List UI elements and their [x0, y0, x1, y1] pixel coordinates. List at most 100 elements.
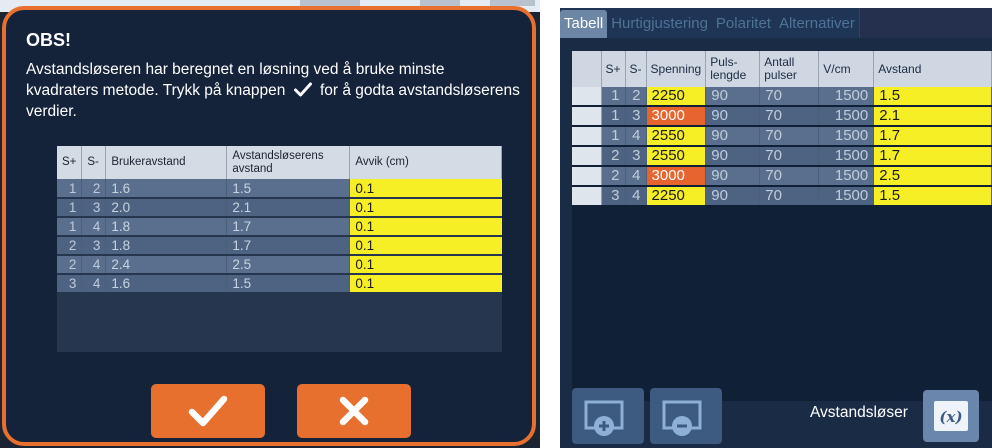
cell-vcm[interactable]: 1500: [818, 146, 875, 167]
table-row[interactable]: 2 4 3000 90 70 1500 2.5: [572, 166, 992, 187]
table-row: 1 2 1.6 1.5 0.1: [57, 179, 502, 199]
x-icon: [339, 396, 369, 426]
header-splus: S+: [57, 146, 83, 179]
header-sminus: S-: [81, 146, 107, 179]
cell-solver-distance: 2.5: [226, 255, 351, 275]
cell-pulse-count[interactable]: 70: [759, 106, 820, 127]
cell-solver-distance: 1.5: [226, 274, 351, 294]
cell-deviation: 0.1: [349, 236, 502, 256]
cell-distance[interactable]: 1.5: [873, 186, 992, 207]
cell-user-distance: 2.4: [105, 255, 228, 275]
header-voltage: Spenning: [646, 51, 707, 87]
add-pair-icon: [584, 400, 624, 436]
cell-solver-distance: 1.5: [226, 179, 351, 199]
cell-pulse-count[interactable]: 70: [759, 146, 820, 167]
app-screen: Tabell Hurtigjustering Polaritet Alterna…: [560, 8, 992, 448]
cell-sminus: 3: [81, 198, 107, 218]
cell-sminus: 2: [625, 87, 647, 107]
cell-vcm[interactable]: 1500: [818, 186, 875, 207]
header-vcm: V/cm: [818, 51, 875, 87]
cell-pulse-count[interactable]: 70: [759, 186, 820, 207]
screenshot-divider: [540, 0, 560, 448]
table-row: 3 4 1.6 1.5 0.1: [57, 274, 502, 294]
tab-alternativer[interactable]: Alternativer: [775, 12, 859, 38]
cell-pulse-count[interactable]: 70: [759, 166, 820, 187]
header-pulse-count: Antall pulser: [759, 51, 820, 87]
remove-pair-button[interactable]: [650, 388, 722, 444]
cell-splus: 2: [601, 166, 626, 187]
cell-user-distance: 2.0: [105, 198, 228, 218]
row-selector[interactable]: [572, 146, 602, 167]
table-row[interactable]: 2 3 2550 90 70 1500 1.7: [572, 146, 992, 167]
table-row[interactable]: 3 4 2250 90 70 1500 1.5: [572, 186, 992, 207]
cell-vcm[interactable]: 1500: [818, 106, 875, 127]
table-row: 2 4 2.4 2.5 0.1: [57, 255, 502, 275]
cell-voltage[interactable]: 2250: [646, 186, 707, 207]
cell-pulse-length[interactable]: 90: [705, 146, 761, 167]
cell-splus: 3: [57, 274, 83, 294]
tab-polaritet[interactable]: Polaritet: [712, 12, 775, 38]
header-solver-distance: Avstandsløserens avstand: [226, 146, 351, 179]
svg-text:(x): (x): [939, 408, 962, 426]
tab-hurtigjustering[interactable]: Hurtigjustering: [607, 12, 712, 38]
add-pair-button[interactable]: [572, 388, 644, 444]
cell-sminus: 4: [81, 255, 107, 275]
pulse-parameter-table: S+ S- Spenning Puls-lengde Antall pulser…: [572, 51, 992, 401]
table-row[interactable]: 1 4 2550 90 70 1500 1.7: [572, 126, 992, 147]
cell-vcm[interactable]: 1500: [818, 87, 875, 107]
cell-distance[interactable]: 1.7: [873, 146, 992, 167]
row-selector[interactable]: [572, 166, 602, 187]
distance-solver-button[interactable]: (x): [923, 390, 979, 442]
header-distance: Avstand: [873, 51, 992, 87]
header-sminus: S-: [625, 51, 647, 87]
cell-pulse-count[interactable]: 70: [759, 126, 820, 147]
tab-tabell[interactable]: Tabell: [560, 10, 608, 38]
cell-distance[interactable]: 2.5: [873, 166, 992, 187]
header-user-distance: Brukeravstand: [105, 146, 228, 179]
cell-voltage[interactable]: 3000: [646, 106, 707, 127]
distance-solver-label: Avstandsløser: [810, 404, 908, 421]
cell-voltage[interactable]: 2550: [646, 126, 707, 147]
cell-splus: 1: [601, 126, 626, 147]
cell-pulse-length[interactable]: 90: [705, 166, 761, 187]
cell-vcm[interactable]: 1500: [818, 166, 875, 187]
cancel-button[interactable]: [297, 384, 411, 438]
cell-distance[interactable]: 1.7: [873, 126, 992, 147]
cell-sminus: 4: [625, 186, 647, 207]
cell-deviation: 0.1: [349, 217, 502, 237]
solver-result-dialog: OBS! Avstandsløseren har beregnet en løs…: [2, 6, 536, 446]
checkmark-icon: [188, 395, 228, 427]
checkmark-icon: [293, 82, 312, 97]
row-selector[interactable]: [572, 186, 602, 207]
cell-splus: 2: [601, 146, 626, 167]
row-selector[interactable]: [572, 126, 602, 147]
table-header-row: S+ S- Spenning Puls-lengde Antall pulser…: [572, 51, 992, 87]
cell-splus: 1: [57, 179, 83, 199]
cell-pulse-count[interactable]: 70: [759, 87, 820, 107]
cell-splus: 2: [57, 255, 83, 275]
row-selector[interactable]: [572, 87, 602, 107]
cell-splus: 2: [57, 236, 83, 256]
row-selector[interactable]: [572, 106, 602, 127]
cell-pulse-length[interactable]: 90: [705, 186, 761, 207]
table-row[interactable]: 1 3 3000 90 70 1500 2.1: [572, 106, 992, 127]
cell-voltage[interactable]: 2250: [646, 87, 707, 107]
cell-vcm[interactable]: 1500: [818, 126, 875, 147]
cell-deviation: 0.1: [349, 198, 502, 218]
cell-pulse-length[interactable]: 90: [705, 87, 761, 107]
tab-bar: Tabell Hurtigjustering Polaritet Alterna…: [560, 8, 992, 38]
cell-user-distance: 1.8: [105, 217, 228, 237]
cell-distance[interactable]: 1.5: [873, 87, 992, 107]
cell-voltage[interactable]: 2550: [646, 146, 707, 167]
cell-solver-distance: 1.7: [226, 236, 351, 256]
table-row[interactable]: 1 2 2250 90 70 1500 1.5: [572, 87, 992, 107]
cell-voltage[interactable]: 3000: [646, 166, 707, 187]
header-deviation: Avvik (cm): [349, 146, 502, 179]
cell-pulse-length[interactable]: 90: [705, 106, 761, 127]
cell-user-distance: 1.6: [105, 274, 228, 294]
cell-distance[interactable]: 2.1: [873, 106, 992, 127]
cell-user-distance: 1.6: [105, 179, 228, 199]
cell-pulse-length[interactable]: 90: [705, 126, 761, 147]
table-row: 1 4 1.8 1.7 0.1: [57, 217, 502, 237]
accept-button[interactable]: [151, 384, 265, 438]
